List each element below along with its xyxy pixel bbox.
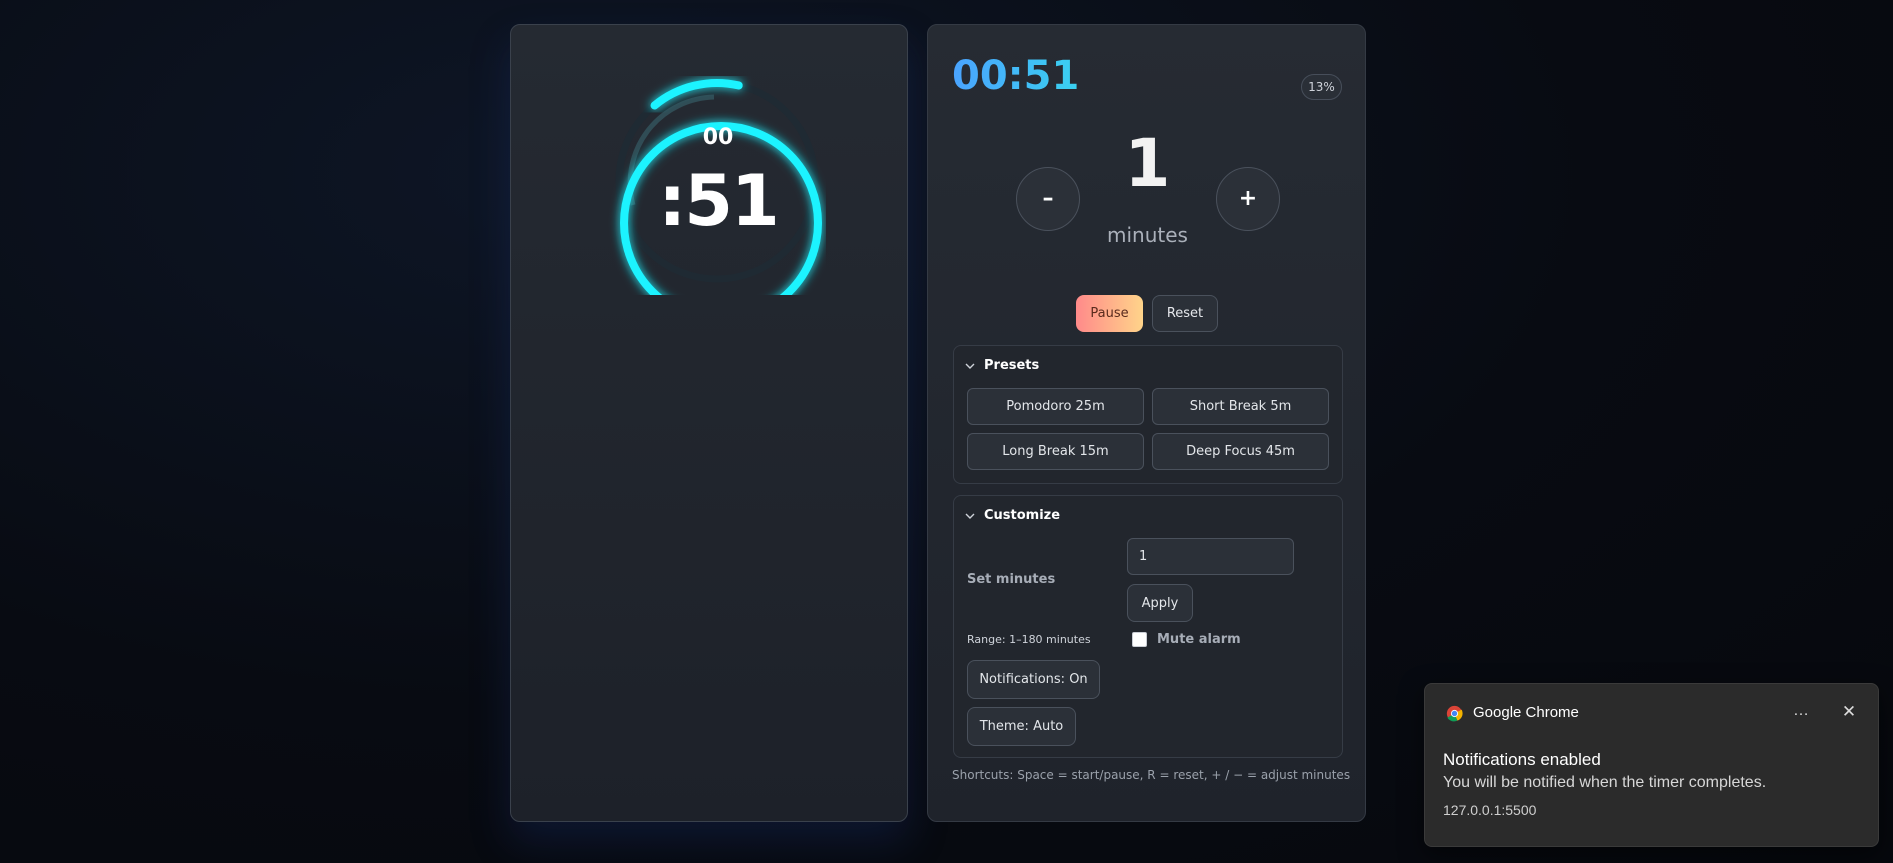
timer-controls-panel: 00:51 13% 1 minutes – + Pause Reset Pres… (927, 24, 1366, 822)
customize-title[interactable]: Customize (984, 508, 1060, 523)
preset-pomodoro-button[interactable]: Pomodoro 25m (967, 388, 1144, 425)
range-hint: Range: 1–180 minutes (967, 633, 1091, 646)
set-minutes-label: Set minutes (967, 572, 1056, 587)
decrease-minutes-button[interactable]: – (1016, 167, 1080, 231)
toast-title: Notifications enabled (1443, 750, 1601, 769)
progress-percent-badge: 13% (1301, 74, 1342, 100)
chevron-down-icon[interactable] (964, 360, 976, 372)
more-options-icon[interactable]: … (1785, 698, 1817, 726)
preset-deep-focus-button[interactable]: Deep Focus 45m (1152, 433, 1329, 470)
mute-alarm-checkbox[interactable] (1132, 632, 1147, 647)
reset-button[interactable]: Reset (1152, 295, 1218, 332)
toast-source: 127.0.0.1:5500 (1443, 802, 1537, 818)
shortcuts-hint: Shortcuts: Space = start/pause, R = rese… (952, 768, 1351, 782)
customize-section: Customize Set minutes Apply Range: 1–180… (953, 495, 1343, 758)
outer-ring-progress (650, 79, 743, 110)
theme-toggle-button[interactable]: Theme: Auto (967, 707, 1076, 746)
toast-body: You will be notified when the timer comp… (1443, 774, 1767, 791)
digital-time-readout: 00:51 (952, 53, 1080, 99)
ring-hours-label: 00 (702, 125, 734, 150)
focus-ring-panel: 00 :51 (510, 24, 908, 822)
increase-minutes-button[interactable]: + (1216, 167, 1280, 231)
presets-section: Presets Pomodoro 25m Short Break 5m Long… (953, 345, 1343, 484)
notifications-toggle-button[interactable]: Notifications: On (967, 660, 1100, 699)
mute-alarm-label[interactable]: Mute alarm (1157, 632, 1241, 647)
chevron-down-icon[interactable] (964, 510, 976, 522)
minutes-value: 1 (1124, 125, 1171, 202)
progress-ring: 00 :51 (606, 65, 826, 295)
presets-title[interactable]: Presets (984, 358, 1039, 373)
apply-button[interactable]: Apply (1127, 584, 1193, 622)
minutes-unit-label: minutes (1107, 223, 1188, 247)
pause-button[interactable]: Pause (1076, 295, 1143, 332)
preset-long-break-button[interactable]: Long Break 15m (967, 433, 1144, 470)
toast-app-name: Google Chrome (1473, 704, 1579, 721)
preset-short-break-button[interactable]: Short Break 5m (1152, 388, 1329, 425)
minutes-input[interactable] (1127, 538, 1294, 575)
chrome-logo-icon (1446, 705, 1463, 722)
chrome-notification-toast[interactable]: Google Chrome … ✕ Notifications enabled … (1424, 683, 1879, 847)
ring-seconds-label: :51 (658, 160, 779, 242)
close-icon[interactable]: ✕ (1834, 698, 1864, 726)
